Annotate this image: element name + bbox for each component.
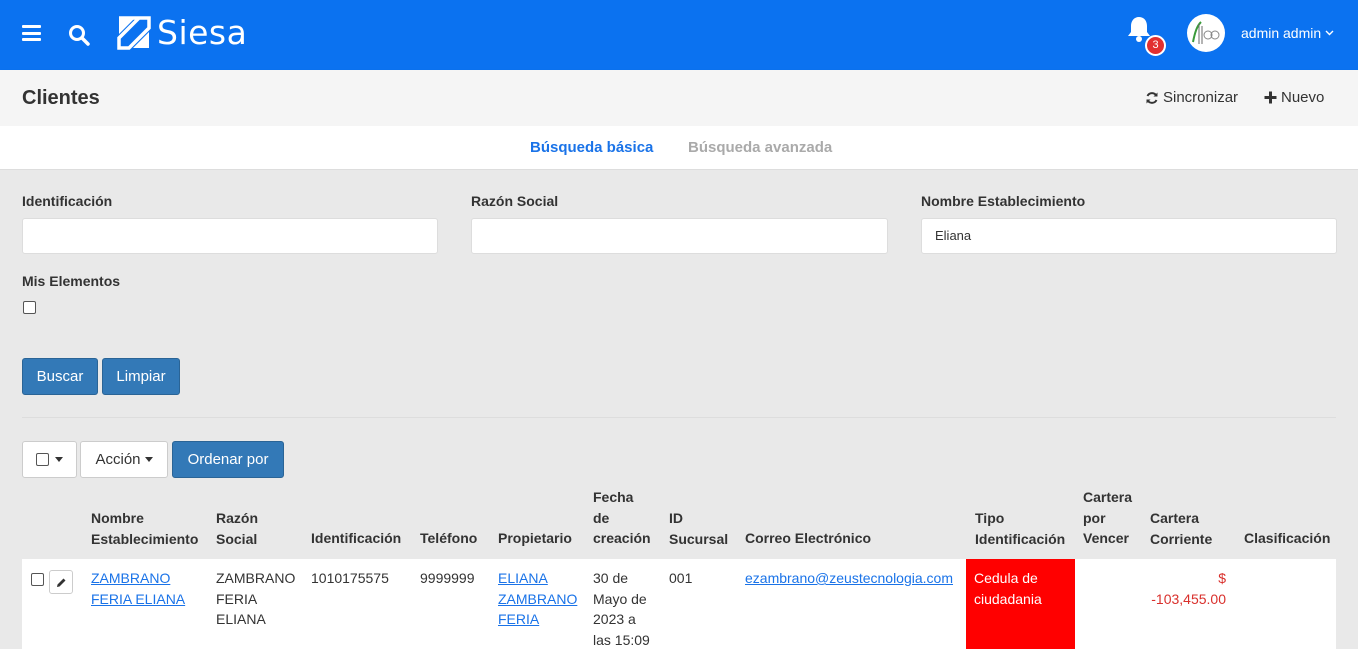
row-checkbox[interactable] xyxy=(31,573,44,586)
sync-button[interactable]: Sincronizar xyxy=(1145,89,1238,106)
tipo-l2: ciudadania xyxy=(974,590,1042,607)
razon-social-label: Razón Social xyxy=(471,193,559,209)
divider xyxy=(22,417,1336,418)
top-navbar: Siesa 3 admin admin xyxy=(0,0,1358,70)
correo-link[interactable]: ezambrano@zeustecnologia.com xyxy=(745,570,953,586)
accion-dropdown[interactable]: Acción xyxy=(80,441,168,478)
ordenar-por-button[interactable]: Ordenar por xyxy=(172,441,284,478)
fecha-l3: 2023 a xyxy=(593,611,636,627)
select-all-checkbox[interactable] xyxy=(36,453,49,466)
nombre-link-l2[interactable]: FERIA ELIANA xyxy=(91,591,185,607)
header-tipo[interactable]: Tipo Identificación xyxy=(975,508,1065,549)
notification-badge: 3 xyxy=(1145,35,1166,56)
header-fecha-l1: Fecha xyxy=(593,489,634,505)
limpiar-button[interactable]: Limpiar xyxy=(102,358,180,395)
header-cartera-corriente[interactable]: Cartera Corriente xyxy=(1150,508,1212,549)
header-fecha-l2: de xyxy=(593,509,610,526)
razon-l1: ZAMBRANO xyxy=(216,570,296,586)
page-title: Clientes xyxy=(22,87,100,109)
header-razon-l1: Razón xyxy=(216,510,258,526)
nombre-link-l1[interactable]: ZAMBRANO xyxy=(91,570,170,586)
header-razon-l2: Social xyxy=(216,530,258,547)
cell-propietario[interactable]: ELIANA ZAMBRANO FERIA xyxy=(498,568,577,630)
brand-logo[interactable]: Siesa xyxy=(117,15,247,51)
header-nombre-l1: Nombre xyxy=(91,510,144,526)
menu-icon[interactable] xyxy=(22,25,41,41)
avatar[interactable] xyxy=(1187,14,1225,52)
header-fecha[interactable]: Fecha de creación xyxy=(593,487,651,549)
cell-nombre[interactable]: ZAMBRANO FERIA ELIANA xyxy=(91,568,185,609)
siesa-logo-icon xyxy=(117,16,151,50)
header-cartera-corriente-l1: Cartera xyxy=(1150,510,1200,526)
mis-elementos-checkbox[interactable] xyxy=(23,301,36,314)
fecha-l2: Mayo de xyxy=(593,590,647,607)
cell-sucursal: 001 xyxy=(669,570,693,586)
header-cartera-vencer-l3: Vencer xyxy=(1083,530,1129,546)
header-clasificacion[interactable]: Clasificación xyxy=(1244,528,1330,549)
propietario-link-l3[interactable]: FERIA xyxy=(498,611,539,627)
cell-correo[interactable]: ezambrano@zeustecnologia.com xyxy=(745,568,953,589)
search-tabs: Búsqueda básica Búsqueda avanzada xyxy=(0,126,1358,170)
pencil-icon xyxy=(56,578,65,587)
fecha-l4: las 15:09 xyxy=(593,631,650,648)
header-sucursal-l2: Sucursal xyxy=(669,530,729,547)
header-tipo-l2: Identificación xyxy=(975,530,1066,547)
propietario-link-l1[interactable]: ELIANA xyxy=(498,570,548,586)
razon-l3: ELIANA xyxy=(216,611,266,627)
header-nombre[interactable]: Nombre Establecimiento xyxy=(91,508,198,549)
new-label: Nuevo xyxy=(1281,89,1325,106)
cartera-corriente-l2: -103,455.00 xyxy=(1151,590,1226,607)
search-icon[interactable] xyxy=(68,24,90,46)
cell-cartera-corriente: $ -103,455.00 xyxy=(1136,568,1226,609)
cell-razon: ZAMBRANO FERIA ELIANA xyxy=(216,568,295,630)
user-menu[interactable]: admin admin xyxy=(1241,25,1334,41)
refresh-icon xyxy=(1146,91,1158,104)
cell-telefono: 9999999 xyxy=(420,570,475,586)
select-all-dropdown[interactable] xyxy=(22,441,77,478)
page-header: Clientes Sincronizar Nuevo xyxy=(0,70,1358,126)
header-telefono[interactable]: Teléfono xyxy=(420,528,477,549)
mis-elementos-label: Mis Elementos xyxy=(22,273,121,289)
edit-button[interactable] xyxy=(49,570,73,594)
tipo-identificacion-cell: Cedula de ciudadania xyxy=(966,559,1075,649)
header-propietario[interactable]: Propietario xyxy=(498,528,572,549)
nombre-establecimiento-input[interactable]: Eliana xyxy=(921,218,1337,254)
tab-advanced-search[interactable]: Búsqueda avanzada xyxy=(688,139,832,156)
razon-l2: FERIA xyxy=(216,590,258,607)
header-cartera-corriente-l2: Corriente xyxy=(1150,530,1213,547)
chevron-down-icon xyxy=(1325,30,1334,36)
buscar-button[interactable]: Buscar xyxy=(22,358,98,395)
header-fecha-l3: creación xyxy=(593,530,651,546)
cell-fecha: 30 de Mayo de 2023 a las 15:09 xyxy=(593,568,650,649)
tab-basic-search[interactable]: Búsqueda básica xyxy=(530,139,653,156)
nombre-establecimiento-label: Nombre Establecimiento xyxy=(921,193,1086,209)
header-identificacion[interactable]: Identificación xyxy=(311,528,401,549)
cell-identificacion: 1010175575 xyxy=(311,570,389,586)
header-razon[interactable]: Razón Social xyxy=(216,508,258,549)
tipo-l1: Cedula de xyxy=(974,570,1038,586)
header-cartera-vencer-l2: por xyxy=(1083,509,1106,526)
fecha-l1: 30 de xyxy=(593,570,629,586)
header-sucursal[interactable]: ID Sucursal xyxy=(669,508,728,549)
header-cartera-vencer-l1: Cartera xyxy=(1083,489,1133,505)
sync-label: Sincronizar xyxy=(1163,89,1239,106)
caret-down-icon xyxy=(55,457,63,462)
brand-name: Siesa xyxy=(157,13,248,52)
header-nombre-l2: Establecimiento xyxy=(91,530,199,547)
razon-social-input[interactable] xyxy=(471,218,888,254)
header-cartera-vencer[interactable]: Cartera por Vencer xyxy=(1083,487,1132,549)
plus-icon xyxy=(1264,91,1277,104)
caret-down-icon xyxy=(144,457,153,462)
header-tipo-l1: Tipo xyxy=(975,510,1005,526)
avatar-image-icon xyxy=(1192,21,1220,44)
header-sucursal-l1: ID xyxy=(669,510,683,526)
header-correo[interactable]: Correo Electrónico xyxy=(745,528,871,549)
cartera-corriente-l1: $ xyxy=(1218,570,1226,586)
new-button[interactable]: Nuevo xyxy=(1264,89,1324,106)
user-name: admin admin xyxy=(1241,25,1322,41)
identificacion-label: Identificación xyxy=(22,193,113,209)
accion-label: Acción xyxy=(95,451,141,468)
propietario-link-l2[interactable]: ZAMBRANO xyxy=(498,591,577,607)
identificacion-input[interactable] xyxy=(22,218,438,254)
